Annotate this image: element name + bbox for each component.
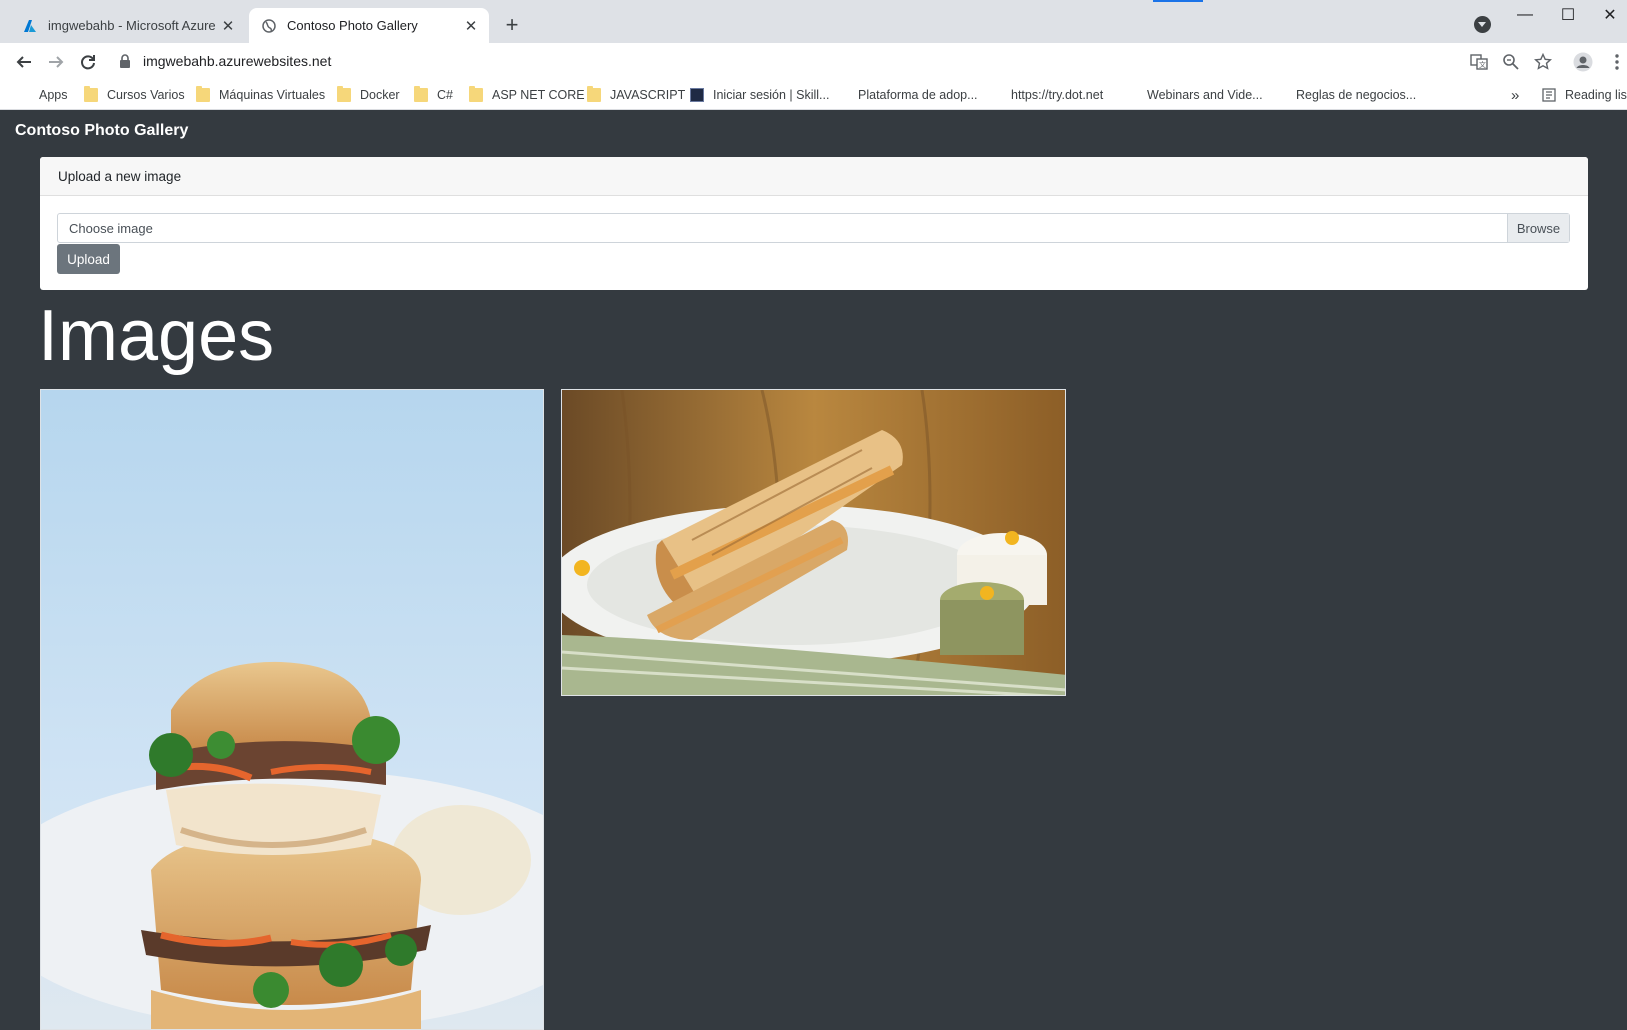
close-tab-icon[interactable]: ✕	[218, 16, 238, 36]
bookmark-label: C#	[437, 88, 453, 102]
address-bar[interactable]: imgwebahb.azurewebsites.net	[111, 46, 1491, 76]
reading-list-icon	[1542, 88, 1556, 102]
close-tab-icon[interactable]: ✕	[461, 16, 481, 36]
bookmark-label: JAVASCRIPT	[610, 88, 686, 102]
bookmark-label: Webinars and Vide...	[1147, 88, 1263, 102]
folder-icon	[469, 86, 483, 102]
upload-card-header: Upload a new image	[40, 157, 1588, 196]
skillsoft-icon	[690, 88, 704, 102]
bookmark-javascript[interactable]: JAVASCRIPT	[587, 85, 685, 105]
new-tab-button[interactable]: +	[500, 12, 524, 37]
bookmark-plataforma-adopcion[interactable]: Plataforma de adop...	[835, 85, 978, 105]
back-arrow-icon[interactable]	[12, 50, 36, 74]
folder-icon	[84, 86, 98, 102]
bookmarks-bar: Apps Cursos Varios Máquinas Virtuales Do…	[0, 80, 1627, 110]
url-text: imgwebahb.azurewebsites.net	[143, 53, 332, 69]
folder-icon	[337, 86, 351, 102]
browse-button[interactable]: Browse	[1507, 214, 1569, 242]
bookmark-label: https://try.dot.net	[1011, 88, 1104, 102]
bookmark-webinars[interactable]: Webinars and Vide...	[1124, 85, 1263, 105]
bookmark-docker[interactable]: Docker	[337, 85, 400, 105]
bookmark-label: Plataforma de adop...	[858, 88, 978, 102]
microsoft-logo-icon	[835, 88, 849, 102]
apps-grid-icon	[16, 88, 30, 102]
translate-icon[interactable]: 文	[1468, 51, 1490, 73]
tab-search-icon[interactable]	[1474, 16, 1491, 33]
zoom-icon[interactable]	[1500, 51, 1522, 73]
bookmark-label: Cursos Varios	[107, 88, 185, 102]
tab-azure[interactable]: imgwebahb - Microsoft Azure ✕	[10, 8, 246, 43]
reading-list-button[interactable]: Reading list	[1542, 85, 1627, 105]
file-input[interactable]: Choose image Browse	[57, 213, 1570, 243]
sandwich-stack-photo[interactable]	[40, 389, 544, 1030]
reload-icon[interactable]	[76, 50, 100, 74]
minimize-icon[interactable]: —	[1510, 3, 1540, 27]
upload-card: Upload a new image Choose image Browse U…	[40, 157, 1588, 290]
grilled-sandwich-photo[interactable]	[561, 389, 1066, 696]
bookmark-skillsoft[interactable]: Iniciar sesión | Skill...	[690, 85, 829, 105]
bookmark-label: Apps	[39, 88, 68, 102]
folder-icon	[196, 86, 210, 102]
microsoft-logo-icon	[1124, 88, 1138, 102]
more-menu-icon[interactable]	[1606, 51, 1627, 73]
maximize-icon[interactable]: ☐	[1553, 3, 1583, 27]
bookmark-star-icon[interactable]	[1532, 51, 1554, 73]
bookmark-cursos-varios[interactable]: Cursos Varios	[84, 85, 185, 105]
bookmark-reglas-negocios[interactable]: Reglas de negocios...	[1273, 85, 1416, 105]
tab-contoso[interactable]: Contoso Photo Gallery ✕	[249, 8, 489, 43]
bookmark-asp-net-core[interactable]: ASP NET CORE	[469, 85, 585, 105]
images-heading: Images	[38, 296, 275, 376]
upload-button[interactable]: Upload	[57, 244, 120, 274]
bookmark-csharp[interactable]: C#	[414, 85, 453, 105]
reading-list-label: Reading list	[1565, 88, 1627, 102]
navbar-brand[interactable]: Contoso Photo Gallery	[15, 122, 188, 140]
azure-icon	[22, 18, 38, 34]
tab-loading-indicator	[1153, 0, 1203, 2]
bookmark-label: Docker	[360, 88, 400, 102]
bookmarks-overflow-button[interactable]: »	[1511, 85, 1519, 105]
folder-icon	[414, 86, 428, 102]
globe-icon	[261, 18, 277, 34]
browser-toolbar: imgwebahb.azurewebsites.net 文	[0, 43, 1627, 80]
bookmark-label: ASP NET CORE	[492, 88, 585, 102]
bookmark-apps[interactable]: Apps	[16, 85, 68, 105]
bookmark-label: Iniciar sesión | Skill...	[713, 88, 830, 102]
bookmark-label: Reglas de negocios...	[1296, 88, 1417, 102]
bookmark-label: Máquinas Virtuales	[219, 88, 326, 102]
folder-icon	[587, 86, 601, 102]
lock-icon[interactable]	[119, 54, 133, 68]
profile-avatar-icon[interactable]	[1572, 51, 1594, 73]
close-window-icon[interactable]: ✕	[1595, 3, 1625, 27]
tab-strip: imgwebahb - Microsoft Azure ✕ Contoso Ph…	[0, 0, 1627, 43]
file-input-label[interactable]: Choose image	[58, 221, 1507, 236]
forward-arrow-icon[interactable]	[44, 50, 68, 74]
bookmark-try-dot-net[interactable]: https://try.dot.net	[988, 85, 1103, 105]
microsoft-logo-icon	[1273, 88, 1287, 102]
svg-text:文: 文	[1479, 60, 1486, 69]
microsoft-logo-icon	[988, 88, 1002, 102]
bookmark-maquinas-virtuales[interactable]: Máquinas Virtuales	[196, 85, 325, 105]
tab-title: imgwebahb - Microsoft Azure	[48, 18, 216, 33]
tab-title: Contoso Photo Gallery	[287, 18, 418, 33]
